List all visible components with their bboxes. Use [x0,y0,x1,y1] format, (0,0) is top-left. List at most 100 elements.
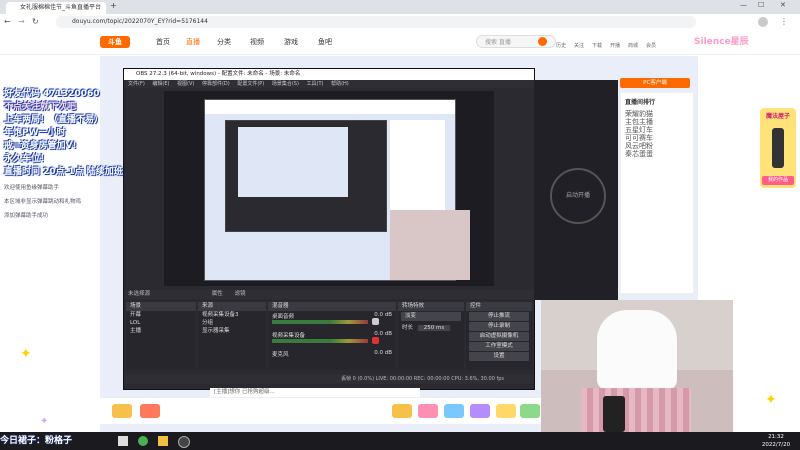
header-shop[interactable]: 商城 [628,42,638,49]
obs-sources-dock: 来源 视频采集设备3 分组 显示器采集 [198,302,266,370]
close-icon[interactable]: ✕ [780,1,786,9]
stop-streaming-button[interactable]: 停止推流 [469,312,529,321]
forward-icon[interactable]: → [18,17,25,26]
obs-no-source: 未选择源 [128,291,151,297]
stream-bar-text: [主播]想你 已抢购超级... [214,389,275,395]
mute-icon[interactable] [372,337,379,344]
minimize-icon[interactable]: — [740,1,747,9]
overlay-text-block: 好友代码 471320060 不点关注就下次吧 上车两局！（直播不易） 年饱PW… [4,86,134,226]
nested-obs-window [225,120,387,232]
sources-title: 来源 [198,302,266,311]
transition-select[interactable]: 淡变 [401,312,461,321]
obs-menu-edit[interactable]: 编辑(E) [152,81,169,87]
gift-icon[interactable] [444,404,464,418]
scene-item[interactable]: 主播 [126,327,196,335]
gift-icon[interactable] [112,404,132,418]
gift-icon[interactable] [418,404,438,418]
obs-preview[interactable] [164,91,494,286]
scenes-title: 场景 [126,302,196,311]
source-item[interactable]: 视频采集设备3 [198,311,266,319]
pc-client-button[interactable]: PC客户端 [620,78,690,88]
obs-menu-docks[interactable]: 停靠部件(D) [202,81,230,87]
clock-date: 2022/7/20 [761,442,791,448]
rank-item[interactable]: 可可赛车 [621,134,693,142]
scene-item[interactable]: 开幕 [126,311,196,319]
header-download[interactable]: 下载 [592,42,602,49]
rank-item[interactable]: 主包主播 [621,118,693,126]
nav-game[interactable]: 游戏 [284,30,298,54]
banner-right: Silence星辰 [694,34,764,52]
obs-properties-button[interactable]: 属性 [212,291,223,297]
studio-mode-button[interactable]: 工作室模式 [469,342,529,351]
obs-filters-button[interactable]: 滤镜 [235,291,246,297]
rank-item[interactable]: 风云吧粉 [621,142,693,150]
nav-home[interactable]: 首页 [156,30,170,54]
pc-client-label: PC客户端 [643,80,667,86]
address-bar: ← → ↻ douyu.com/topic/2022070Y_EY?rid=51… [0,14,800,31]
mixer-title: 混音器 [268,302,396,311]
gift-icon[interactable] [140,404,160,418]
rank-item[interactable]: 荣耀豹猫 [621,110,693,118]
start-circle[interactable]: 启动开播 [550,168,606,224]
header-follow[interactable]: 关注 [574,42,584,49]
controls-title: 控件 [466,302,532,311]
obs-scenes-dock: 场景 开幕 LOL 主播 [126,302,196,370]
nav-fishbar[interactable]: 鱼吧 [318,30,332,54]
douyu-logo[interactable]: 斗鱼 [100,36,130,48]
profile-icon[interactable] [758,17,768,27]
search-icon[interactable] [538,37,547,46]
url-text: douyu.com/topic/2022070Y_EY?rid=5176144 [72,18,208,25]
microphone-icon [772,128,784,168]
obs-status-bar: 丢帧 0 (0.0%) LIVE: 00:00:00 REC: 00:00:00… [124,374,534,384]
url-input[interactable]: douyu.com/topic/2022070Y_EY?rid=5176144 [56,16,696,28]
promo-badge[interactable]: 魔法屋子 我的作品 [760,108,796,188]
source-item[interactable]: 显示器采集 [198,327,266,335]
back-icon[interactable]: ← [4,17,11,26]
maximize-icon[interactable]: ☐ [758,1,764,9]
obs-menu-help[interactable]: 帮助(H) [331,81,349,87]
virtual-camera-button[interactable]: 启动虚拟摄像机 [469,332,529,341]
overlay-line: 永久车位！ [4,154,50,164]
sparkle-icon: ✦ [20,346,32,362]
rank-item[interactable]: 五星灯车 [621,126,693,134]
header-history[interactable]: 历史 [556,42,566,49]
taskbar-clock[interactable]: 21:32 2022/7/20 [754,433,798,449]
rank-item[interactable]: 秦芯蛋蛋 [621,150,693,158]
duration-input[interactable]: 250 ms [417,325,451,331]
windows-start-icon[interactable] [118,436,128,446]
nav-live[interactable]: 直播 [186,30,200,54]
logo-text: 斗鱼 [108,38,122,46]
gift-icon[interactable] [392,404,412,418]
stream-bar: [主播]想你 已抢购超级... [210,388,420,397]
obs-menu-tools[interactable]: 工具(T) [307,81,324,87]
overlay-line: 戒=资身房管加V! [4,141,77,151]
header-broadcast[interactable]: 开播 [610,42,620,49]
nav-category[interactable]: 分类 [217,30,231,54]
obs-transitions-dock: 转场特效 淡变 时长 250 ms [398,302,464,370]
obs-icon[interactable] [178,436,190,448]
source-item[interactable]: 分组 [198,319,266,327]
folder-icon[interactable] [158,436,168,446]
mute-icon[interactable] [372,318,379,325]
browser-tab[interactable]: 女礼服棉棉佳节_斗鱼直播平台 [6,2,106,14]
obs-menu-scene-collection[interactable]: 场景集合(S) [272,81,299,87]
stop-recording-button[interactable]: 停止录制 [469,322,529,331]
overlay-small-line: 本区域非显示弹幕跳动和礼物鸡 [4,199,82,205]
obs-menu-profile[interactable]: 配置文件(P) [237,81,264,87]
reload-icon[interactable]: ↻ [32,17,39,26]
scene-item[interactable]: LOL [126,319,196,327]
gift-icon[interactable] [520,404,540,418]
taskbar-overlay-text: 今日裙子：粉格子 [0,433,100,449]
overlay-line: 年饱PW一小时 [4,128,66,138]
obs-menu-view[interactable]: 视图(V) [177,81,194,87]
transitions-title: 转场特效 [398,302,464,311]
nav-video[interactable]: 视频 [250,30,264,54]
settings-button[interactable]: 设置 [469,352,529,361]
new-tab-icon[interactable]: + [110,1,117,10]
gift-icon[interactable] [496,404,516,418]
overlay-line: 直播时间 20点-1点 陆续加班 [4,167,123,177]
menu-icon[interactable]: ⋮ [780,17,788,26]
header-vip[interactable]: 会员 [646,42,656,49]
gift-icon[interactable] [470,404,490,418]
chrome-icon[interactable] [138,436,148,446]
